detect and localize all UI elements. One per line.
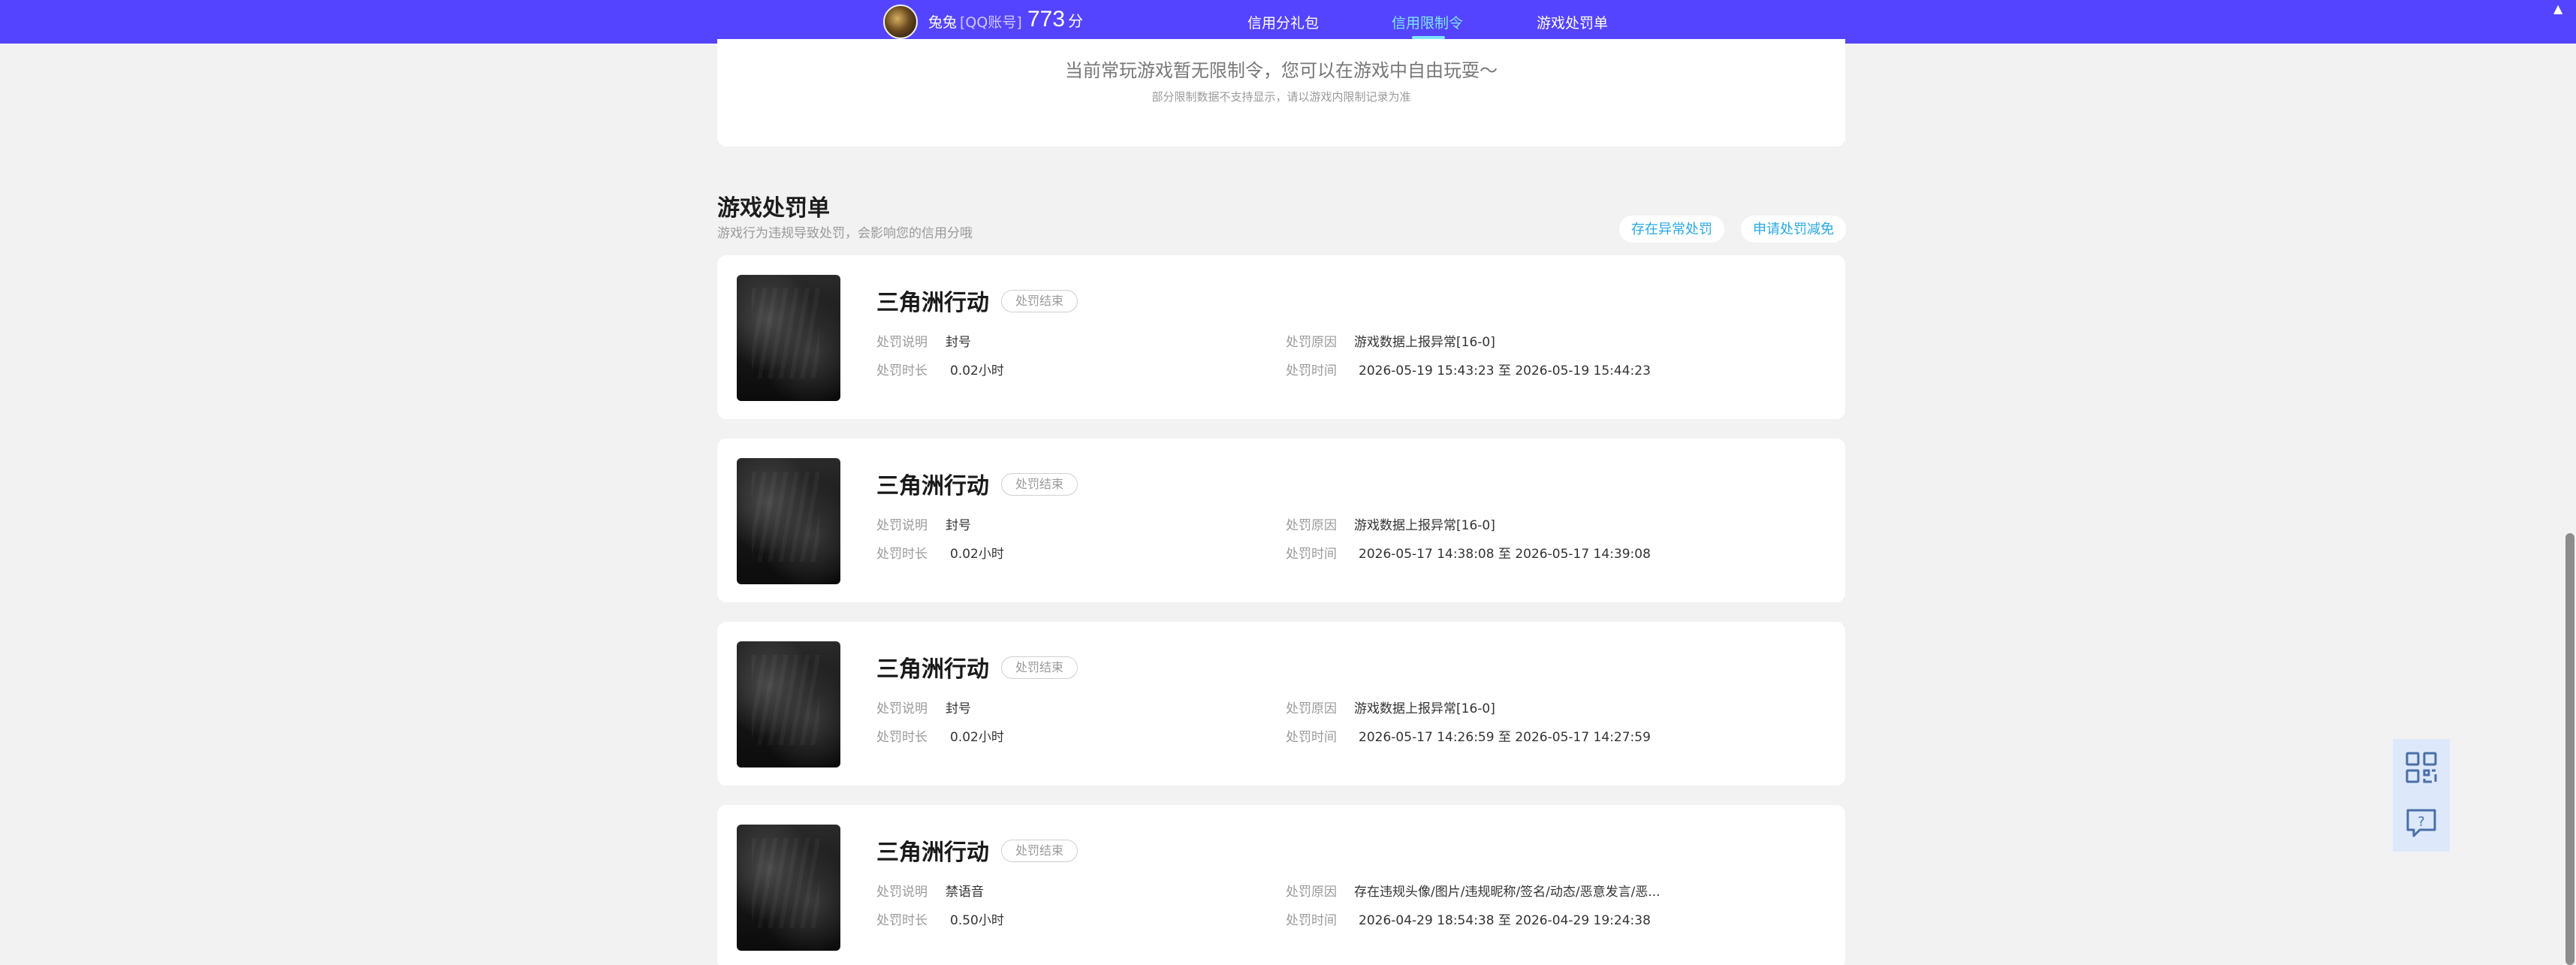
user-name: 兔兔 [QQ账号] <box>928 11 1022 32</box>
svg-text:?: ? <box>2418 814 2425 830</box>
penalty-duration-value: 0.02小时 <box>950 363 1004 378</box>
qr-code-icon <box>2406 752 2437 783</box>
game-name: 三角洲行动 <box>876 290 989 316</box>
game-name: 三角洲行动 <box>876 473 989 499</box>
user-nickname: 兔兔 <box>928 14 958 31</box>
abnormal-penalty-button[interactable]: 存在异常处罚 <box>1619 216 1724 243</box>
restriction-status-message: 当前常玩游戏暂无限制令，您可以在游戏中自由玩耍～ <box>1065 60 1498 81</box>
game-name: 三角洲行动 <box>876 840 989 866</box>
penalty-desc-value: 封号 <box>946 518 971 533</box>
help-chat-button[interactable]: ? <box>2393 795 2450 852</box>
penalty-card[interactable]: 三角洲行动 处罚结束 处罚说明 封号 处罚时长 0.02小时 处罚原因 游戏数据… <box>717 439 1845 602</box>
nav-credit-restriction[interactable]: 信用限制令 <box>1392 12 1463 32</box>
scrollbar-thumb[interactable] <box>2565 533 2574 965</box>
penalty-desc-value: 禁语音 <box>946 885 984 900</box>
game-thumbnail <box>737 458 840 584</box>
credit-score: 773 分 <box>1027 7 1083 32</box>
penalty-desc-label: 处罚说明 <box>876 701 928 716</box>
penalty-duration-label: 处罚时长 <box>876 363 928 378</box>
avatar[interactable] <box>883 5 918 39</box>
restriction-status-card: 当前常玩游戏暂无限制令，您可以在游戏中自由玩耍～ 部分限制数据不支持显示，请以游… <box>717 39 1845 146</box>
penalty-state-badge: 处罚结束 <box>1001 473 1078 496</box>
penalty-reason-value: 游戏数据上报异常[16-0] <box>1354 518 1495 533</box>
penalty-reason-value: 游戏数据上报异常[16-0] <box>1354 701 1495 716</box>
penalty-time-label: 处罚时间 <box>1286 547 1337 562</box>
credit-score-value: 773 <box>1027 7 1066 32</box>
scroll-up-arrow-icon[interactable]: ▲ <box>2553 2 2562 16</box>
section-title: 游戏处罚单 <box>717 195 830 222</box>
apply-penalty-reduction-button[interactable]: 申请处罚减免 <box>1741 216 1846 243</box>
penalty-time-label: 处罚时间 <box>1286 363 1337 378</box>
penalty-state-badge: 处罚结束 <box>1001 656 1078 679</box>
penalty-duration-label: 处罚时长 <box>876 547 928 562</box>
penalty-duration-value: 0.50小时 <box>950 913 1004 928</box>
penalty-time-value: 2026-05-17 14:26:59 至 2026-05-17 14:27:5… <box>1359 730 1651 745</box>
credit-score-unit: 分 <box>1068 14 1084 30</box>
section-description: 游戏行为违规导致处罚，会影响您的信用分哦 <box>717 226 973 241</box>
penalty-duration-label: 处罚时长 <box>876 730 928 745</box>
account-type: [QQ账号] <box>960 14 1022 31</box>
help-chat-icon: ? <box>2406 809 2436 837</box>
penalty-card[interactable]: 三角洲行动 处罚结束 处罚说明 封号 处罚时长 0.02小时 处罚原因 游戏数据… <box>717 622 1845 786</box>
penalty-time-value: 2026-05-19 15:43:23 至 2026-05-19 15:44:2… <box>1359 363 1651 378</box>
penalty-time-label: 处罚时间 <box>1286 730 1337 745</box>
penalty-duration-value: 0.02小时 <box>950 547 1004 562</box>
game-thumbnail <box>737 275 840 401</box>
nav-credit-gift[interactable]: 信用分礼包 <box>1247 12 1319 32</box>
penalty-duration-value: 0.02小时 <box>950 730 1004 745</box>
penalty-time-value: 2026-04-29 18:54:38 至 2026-04-29 19:24:3… <box>1359 913 1651 928</box>
game-name: 三角洲行动 <box>876 656 989 683</box>
penalty-desc-value: 封号 <box>946 335 971 350</box>
restriction-status-note: 部分限制数据不支持显示，请以游戏内限制记录为准 <box>1151 90 1411 104</box>
penalty-desc-label: 处罚说明 <box>876 335 928 350</box>
game-thumbnail <box>737 641 840 767</box>
penalty-desc-label: 处罚说明 <box>876 518 928 533</box>
penalty-duration-label: 处罚时长 <box>876 913 928 928</box>
penalty-card[interactable]: 三角洲行动 处罚结束 处罚说明 封号 处罚时长 0.02小时 处罚原因 游戏数据… <box>717 255 1845 419</box>
penalty-state-badge: 处罚结束 <box>1001 840 1078 862</box>
penalty-desc-value: 封号 <box>946 701 971 716</box>
penalty-time-value: 2026-05-17 14:38:08 至 2026-05-17 14:39:0… <box>1359 547 1651 562</box>
penalty-reason-label: 处罚原因 <box>1286 518 1337 533</box>
game-thumbnail <box>737 825 840 951</box>
penalty-reason-value: 存在违规头像/图片/违规昵称/签名/动态/恶意发言/恶... <box>1354 885 1661 900</box>
penalty-reason-label: 处罚原因 <box>1286 701 1337 716</box>
penalty-desc-label: 处罚说明 <box>876 885 928 900</box>
top-nav-bar: 兔兔 [QQ账号] 773 分 信用分礼包 信用限制令 游戏处罚单 ▲ <box>0 0 2576 44</box>
qr-code-button[interactable] <box>2393 739 2450 796</box>
penalty-reason-value: 游戏数据上报异常[16-0] <box>1354 335 1495 350</box>
nav-game-penalty[interactable]: 游戏处罚单 <box>1537 12 1608 32</box>
penalty-time-label: 处罚时间 <box>1286 913 1337 928</box>
penalty-reason-label: 处罚原因 <box>1286 335 1337 350</box>
penalty-card[interactable]: 三角洲行动 处罚结束 处罚说明 禁语音 处罚时长 0.50小时 处罚原因 存在违… <box>717 805 1845 965</box>
penalty-reason-label: 处罚原因 <box>1286 885 1337 900</box>
penalty-state-badge: 处罚结束 <box>1001 290 1078 312</box>
